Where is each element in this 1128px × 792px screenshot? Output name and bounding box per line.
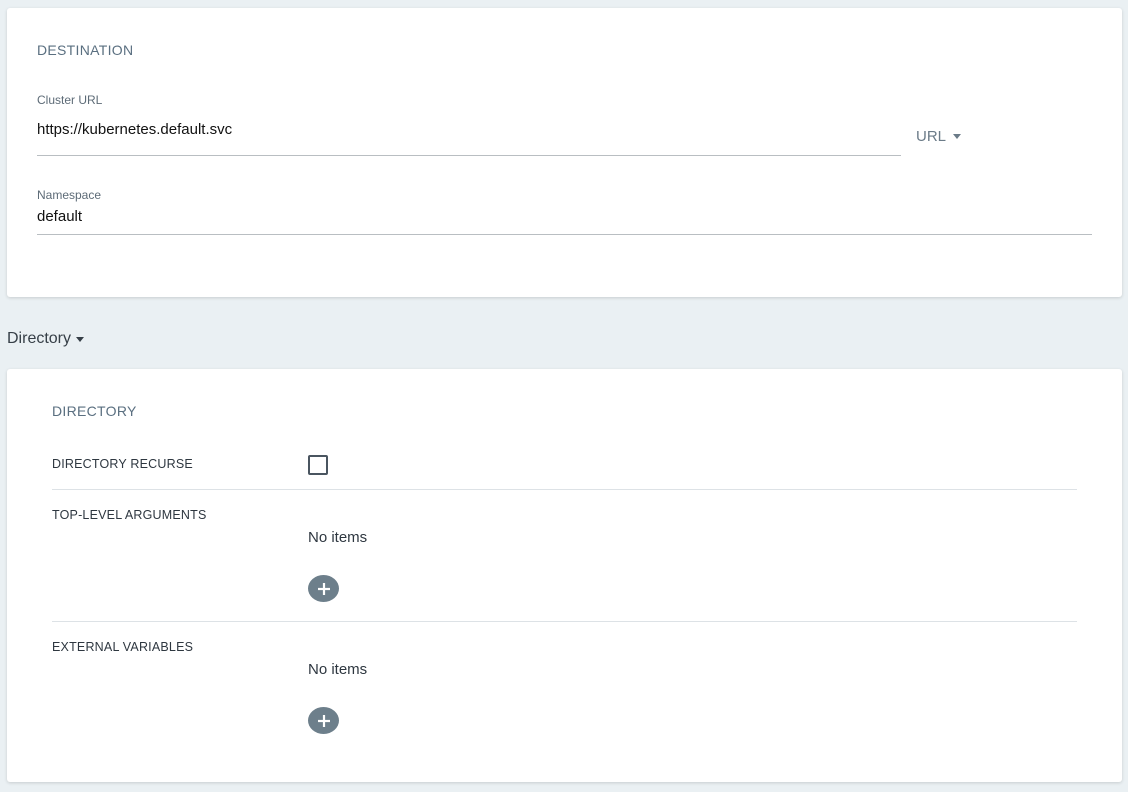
source-type-dropdown[interactable]: Directory: [7, 330, 85, 348]
directory-card: DIRECTORY DIRECTORY RECURSE TOP-LEVEL AR…: [7, 369, 1122, 782]
source-type-label: Directory: [7, 330, 72, 347]
cluster-url-underline: [37, 155, 901, 156]
plus-icon: [317, 714, 330, 727]
directory-recurse-checkbox[interactable]: [308, 455, 328, 475]
add-top-level-argument-button[interactable]: [308, 575, 339, 602]
divider: [52, 621, 1077, 622]
caret-down-icon: [953, 134, 962, 139]
namespace-underline: [37, 234, 1092, 235]
top-level-arguments-empty: No items: [308, 529, 368, 546]
cluster-url-input[interactable]: https://kubernetes.default.svc: [37, 121, 232, 138]
namespace-label: Namespace: [37, 188, 102, 202]
caret-down-icon: [76, 336, 85, 342]
directory-recurse-label: DIRECTORY RECURSE: [52, 457, 193, 471]
external-variables-label: EXTERNAL VARIABLES: [52, 640, 194, 654]
cluster-url-label: Cluster URL: [37, 93, 103, 107]
destination-card: DESTINATION Cluster URL https://kubernet…: [7, 8, 1122, 297]
add-external-variable-button[interactable]: [308, 707, 339, 734]
directory-title: DIRECTORY: [52, 403, 137, 419]
plus-icon: [317, 582, 330, 595]
top-level-arguments-label: TOP-LEVEL ARGUMENTS: [52, 508, 207, 522]
external-variables-empty: No items: [308, 661, 368, 678]
url-type-label: URL: [916, 128, 947, 145]
destination-title: DESTINATION: [37, 42, 134, 58]
url-type-dropdown[interactable]: URL: [916, 128, 962, 145]
namespace-input[interactable]: default: [37, 208, 82, 225]
divider: [52, 489, 1077, 490]
